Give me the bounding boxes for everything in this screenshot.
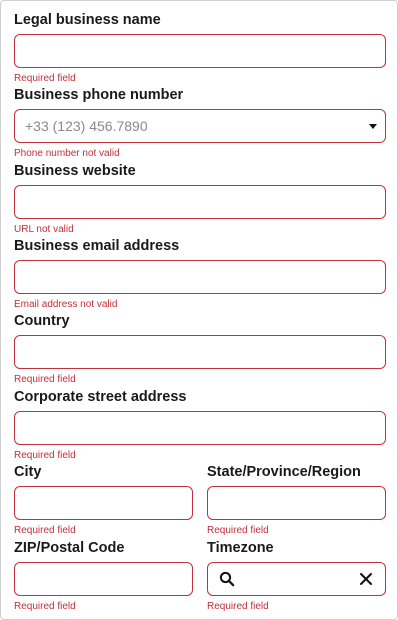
phone-label: Business phone number <box>14 87 184 103</box>
legal-name-error: Required field <box>14 73 76 84</box>
email-input[interactable] <box>14 260 386 294</box>
city-label: City <box>14 464 42 480</box>
city-input[interactable] <box>14 486 193 520</box>
country-label: Country <box>14 313 70 329</box>
legal-name-label: Legal business name <box>14 12 161 28</box>
email-error: Email address not valid <box>14 299 118 310</box>
phone-input[interactable]: +33 (123) 456.7890 <box>14 109 386 143</box>
phone-field: Business phone number +33 (123) 456.7890… <box>14 85 386 159</box>
legal-name-field: Legal business name Required field <box>14 10 386 84</box>
street-label: Corporate street address <box>14 389 187 405</box>
timezone-error: Required field <box>207 601 269 612</box>
legal-name-input[interactable] <box>14 34 386 68</box>
state-field: State/Province/Region Required field <box>207 462 386 536</box>
zip-label: ZIP/Postal Code <box>14 540 125 556</box>
email-field: Business email address Email address not… <box>14 236 386 310</box>
street-error: Required field <box>14 450 76 461</box>
street-field: Corporate street address Required field <box>14 387 386 461</box>
country-error: Required field <box>14 374 76 385</box>
phone-placeholder: +33 (123) 456.7890 <box>25 118 148 134</box>
city-error: Required field <box>14 525 76 536</box>
timezone-label: Timezone <box>207 540 274 556</box>
street-input[interactable] <box>14 411 386 445</box>
chevron-down-icon[interactable] <box>369 123 377 129</box>
zip-input[interactable] <box>14 562 193 596</box>
zip-field: ZIP/Postal Code Required field <box>14 538 193 612</box>
website-input[interactable] <box>14 185 386 219</box>
state-input[interactable] <box>207 486 386 520</box>
timezone-field: Timezone Required field <box>207 538 386 612</box>
close-icon[interactable] <box>357 570 375 588</box>
city-field: City Required field <box>14 462 193 536</box>
search-icon <box>218 570 236 588</box>
phone-error: Phone number not valid <box>14 148 120 159</box>
country-input[interactable] <box>14 335 386 369</box>
website-label: Business website <box>14 163 136 179</box>
state-error: Required field <box>207 525 269 536</box>
state-label: State/Province/Region <box>207 464 361 480</box>
timezone-input[interactable] <box>207 562 386 596</box>
zip-error: Required field <box>14 601 76 612</box>
website-field: Business website URL not valid <box>14 161 386 235</box>
email-label: Business email address <box>14 238 180 254</box>
country-field: Country Required field <box>14 311 386 385</box>
website-error: URL not valid <box>14 224 74 235</box>
